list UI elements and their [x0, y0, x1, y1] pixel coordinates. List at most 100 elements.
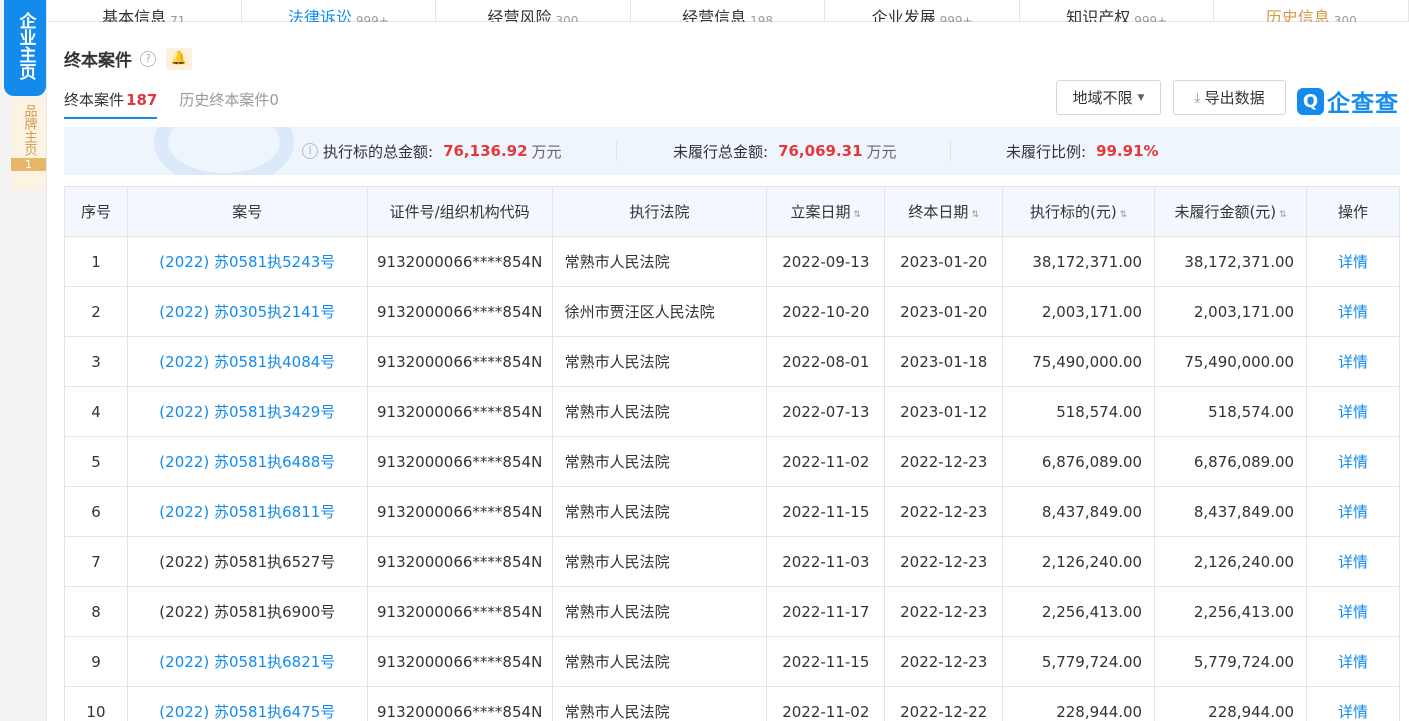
case-number-link[interactable]: (2022) 苏0581执6821号 [159, 653, 335, 671]
summary-unfulfilled-value: 76,069.31 [778, 142, 863, 160]
subtab-label: 终本案件 [64, 91, 125, 109]
summary-total-value: 76,136.92 [443, 142, 528, 160]
tab-operating-info[interactable]: 经营信息 198 [631, 0, 826, 22]
cell-action: 详情 [1306, 286, 1400, 337]
target-amount: 2,126,240.00 [1002, 536, 1156, 587]
tab-operating-risk[interactable]: 经营风险 300 [436, 0, 631, 22]
section-title-text: 终本案件 [64, 51, 132, 71]
tab-count: 198 [750, 14, 773, 22]
court-name: 常熟市人民法院 [551, 336, 768, 387]
col-target-amount-header[interactable]: 执行标的(元) ⇅ [1002, 186, 1156, 237]
id-code: 9132000066****854N [366, 686, 553, 721]
detail-link[interactable]: 详情 [1338, 353, 1368, 371]
subtab-count: 187 [126, 91, 158, 109]
tab-label: 基本信息 [102, 8, 167, 22]
summary-total-unit: 万元 [531, 142, 562, 161]
detail-link[interactable]: 详情 [1338, 453, 1368, 471]
tab-basic-info[interactable]: 基本信息 71 [47, 0, 242, 22]
cell-action: 详情 [1306, 636, 1400, 687]
caret-down-icon: ▼ [1137, 92, 1145, 103]
unfulfilled-amount: 8,437,849.00 [1154, 486, 1308, 537]
id-code: 9132000066****854N [366, 286, 553, 337]
col-end-date-header[interactable]: 终本日期 ⇅ [884, 186, 1004, 237]
tab-ip[interactable]: 知识产权 999+ [1020, 0, 1215, 22]
tab-legal[interactable]: 法律诉讼 999+ [242, 0, 437, 22]
case-number-link[interactable]: (2022) 苏0581执3429号 [159, 403, 335, 421]
court-name: 常熟市人民法院 [551, 436, 768, 487]
row-index: 3 [64, 336, 128, 387]
export-data-button[interactable]: ⤓ 导出数据 [1173, 80, 1286, 115]
detail-link[interactable]: 详情 [1338, 653, 1368, 671]
row-index: 2 [64, 286, 128, 337]
table-header-row: 序号 案号 证件号/组织机构代码 执行法院 立案日期 ⇅ 终本日期 ⇅ 执行标的(元… [64, 186, 1400, 237]
region-filter-dropdown[interactable]: 地域不限 ▼ [1056, 80, 1161, 115]
row-index: 4 [64, 386, 128, 437]
divider [616, 141, 617, 161]
tab-development[interactable]: 企业发展 999+ [825, 0, 1020, 22]
summary-total-amount: i 执行标的总金额: 76,136.92 万元 [302, 141, 562, 162]
case-number-link[interactable]: (2022) 苏0581执6527号 [159, 553, 335, 571]
cell-case_no: (2022) 苏0581执6900号 [126, 586, 368, 637]
court-name: 常熟市人民法院 [551, 636, 768, 687]
sort-icon: ⇅ [1119, 210, 1128, 220]
col-unfulfilled-amount-header[interactable]: 未履行金额(元) ⇅ [1154, 186, 1308, 237]
cell-case_no: (2022) 苏0581执4084号 [126, 336, 368, 387]
question-circle-icon[interactable]: ? [140, 50, 156, 67]
detail-link[interactable]: 详情 [1338, 303, 1368, 321]
info-icon[interactable]: i [302, 143, 318, 159]
detail-link[interactable]: 详情 [1338, 503, 1368, 521]
table-row: 1 (2022) 苏0581执5243号 9132000066****854N 常熟市… [64, 236, 1400, 287]
summary-unfulfilled-ratio: 未履行比例: 99.91% [1006, 141, 1159, 162]
detail-link[interactable]: 详情 [1338, 603, 1368, 621]
cell-case_no: (2022) 苏0581执6488号 [126, 436, 368, 487]
section-title: 终本案件 ? 🔔 [64, 46, 192, 71]
cell-action: 详情 [1306, 686, 1400, 721]
case-number-link[interactable]: (2022) 苏0581执6475号 [159, 703, 335, 721]
header-label: 立案日期 [790, 203, 851, 221]
tab-history[interactable]: 历史信息 300 [1214, 0, 1409, 22]
court-name: 常熟市人民法院 [551, 686, 768, 721]
detail-link[interactable]: 详情 [1338, 403, 1368, 421]
cell-case_no: (2022) 苏0581执3429号 [126, 386, 368, 437]
case-number-link[interactable]: (2022) 苏0581执6811号 [159, 503, 335, 521]
detail-link[interactable]: 详情 [1338, 553, 1368, 571]
detail-link[interactable]: 详情 [1338, 253, 1368, 271]
id-code: 9132000066****854N [366, 536, 553, 587]
row-index: 1 [64, 236, 128, 287]
case-number-link[interactable]: (2022) 苏0305执2141号 [159, 303, 335, 321]
detail-link[interactable]: 详情 [1338, 703, 1368, 721]
row-index: 9 [64, 636, 128, 687]
subtab-current-cases[interactable]: 终本案件 187 [64, 89, 158, 119]
target-amount: 2,003,171.00 [1002, 286, 1156, 337]
table-body: 1 (2022) 苏0581执5243号 9132000066****854N 常熟市… [64, 236, 1400, 721]
filed-date: 2022-10-20 [766, 286, 886, 337]
sort-icon: ⇅ [1279, 210, 1287, 220]
id-code: 9132000066****854N [366, 586, 553, 637]
summary-ratio-label: 未履行比例: [1006, 142, 1087, 161]
case-number-link[interactable]: (2022) 苏0581执6488号 [159, 453, 335, 471]
filed-date: 2022-08-01 [766, 336, 886, 387]
case-number-link[interactable]: (2022) 苏0581执4084号 [159, 353, 335, 371]
id-code: 9132000066****854N [366, 236, 553, 287]
side-nav-company-home[interactable]: 企业主页 [4, 0, 46, 96]
brand-mark-icon: Q [1297, 87, 1324, 115]
tab-label: 知识产权 [1066, 8, 1131, 22]
cell-case_no: (2022) 苏0581执6527号 [126, 536, 368, 587]
target-amount: 75,490,000.00 [1002, 336, 1156, 387]
subtab-history-cases[interactable]: 历史终本案件0 [179, 89, 279, 119]
tab-label: 历史信息 [1265, 8, 1330, 22]
filed-date: 2022-11-15 [766, 486, 886, 537]
row-index: 10 [64, 686, 128, 721]
header-label: 终本日期 [908, 203, 969, 221]
col-filed-date-header[interactable]: 立案日期 ⇅ [766, 186, 886, 237]
summary-unfulfilled-unit: 万元 [866, 142, 897, 161]
sort-icon: ⇅ [853, 210, 862, 220]
case-number-link[interactable]: (2022) 苏0581执6900号 [159, 603, 335, 621]
target-amount: 8,437,849.00 [1002, 486, 1156, 537]
end-date: 2022-12-23 [884, 486, 1004, 537]
filed-date: 2022-11-17 [766, 586, 886, 637]
case-number-link[interactable]: (2022) 苏0581执5243号 [159, 253, 335, 271]
side-nav-brand-home[interactable]: 品牌主页 1 [11, 98, 46, 190]
target-amount: 5,779,724.00 [1002, 636, 1156, 687]
bell-icon[interactable]: 🔔 [166, 47, 192, 70]
